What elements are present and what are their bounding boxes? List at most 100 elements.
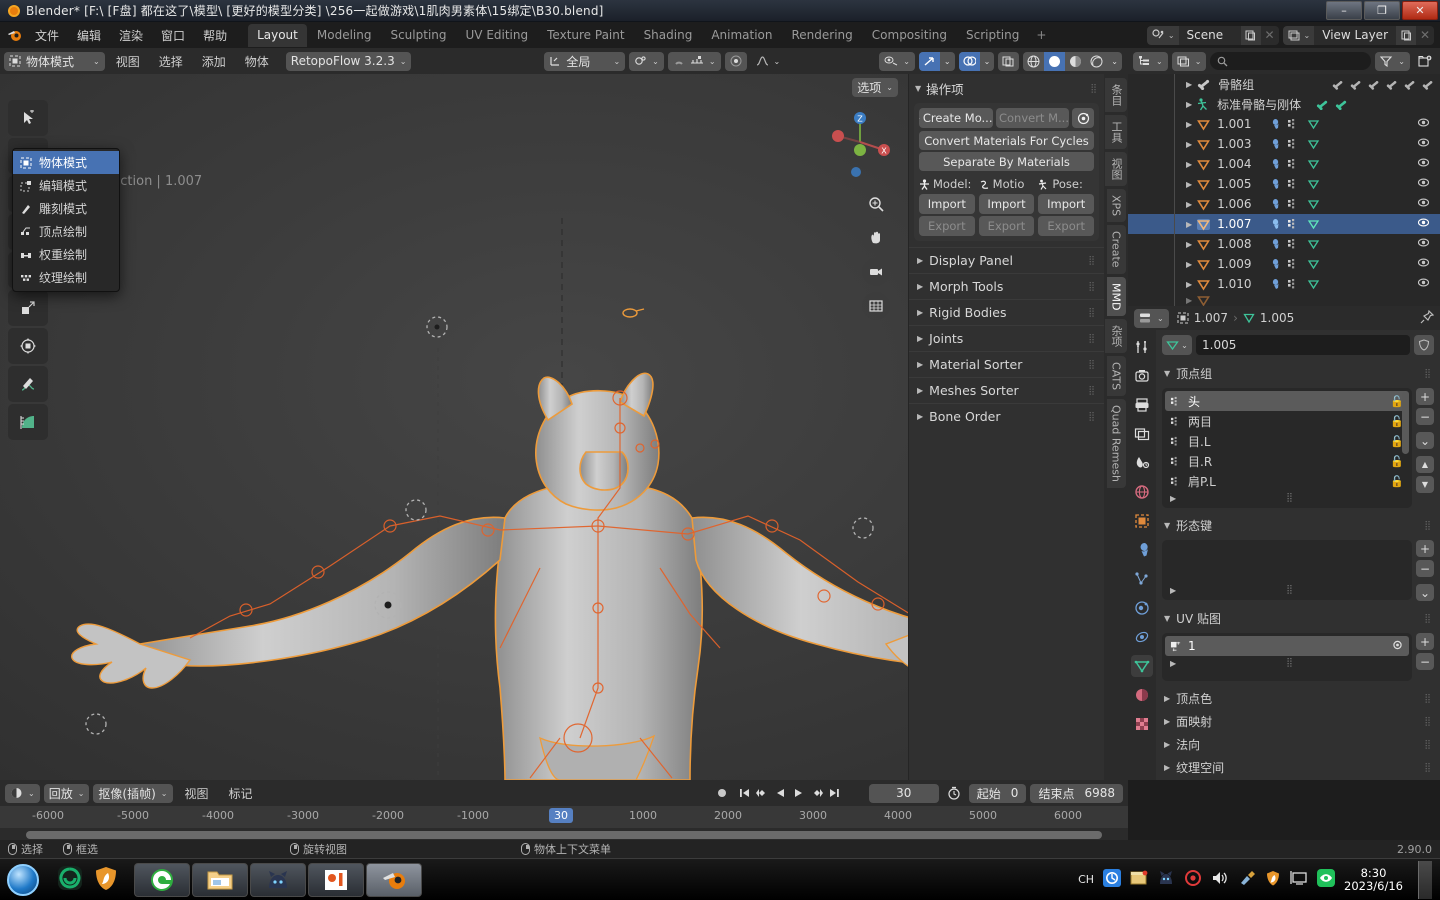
playback-dropdown[interactable]: 回放 ⌄	[43, 783, 90, 803]
tool-tweak[interactable]	[8, 100, 48, 136]
taskbar-clock[interactable]: 8:30 2023/6/16	[1344, 866, 1403, 893]
tab-texture[interactable]	[1131, 713, 1153, 735]
accordion-bone-order[interactable]: ▶ Bone Order ⣿	[909, 403, 1104, 429]
expand-triangle-icon[interactable]: ▶	[917, 412, 923, 421]
minimize-button[interactable]: –	[1326, 1, 1362, 20]
outliner-search-input[interactable]	[1210, 52, 1372, 70]
unlink-scene-button[interactable]: ✕	[1261, 26, 1279, 45]
app-icon-orange-shield[interactable]	[92, 864, 120, 895]
expand-triangle-icon[interactable]: ▶	[1186, 140, 1192, 149]
3d-viewport[interactable]: 物体模式 ⌄ 视图 选择 添加 物体 RetopoFlow 3.2.3 ⌄ 全局…	[0, 48, 1128, 780]
new-collection-button[interactable]	[1414, 52, 1435, 71]
tab-sculpting[interactable]: Sculpting	[381, 24, 455, 47]
xray-toggle[interactable]	[998, 51, 1020, 71]
expand-triangle-icon[interactable]: ▶	[1186, 80, 1192, 89]
gizmo-toggle[interactable]	[918, 51, 940, 71]
tab-world[interactable]	[1131, 481, 1153, 503]
add-uv-map-button[interactable]: +	[1416, 633, 1434, 650]
collapse-triangle-icon[interactable]: ▼	[915, 84, 921, 93]
shading-modes-group[interactable]: ⌄	[1023, 51, 1122, 71]
taskbar-app-browser[interactable]	[134, 862, 190, 897]
visibility-eye-icon[interactable]	[1417, 237, 1440, 251]
mode-item-object[interactable]: 物体模式	[13, 151, 119, 174]
mode-item-sculpt[interactable]: 雕刻模式	[13, 197, 119, 220]
vtab-tool[interactable]: 工具	[1105, 115, 1127, 149]
expand-triangle-icon[interactable]: ▶	[1186, 220, 1192, 229]
expand-triangle-icon[interactable]: ▶	[1170, 586, 1176, 595]
expand-triangle-icon[interactable]: ▶	[1164, 694, 1170, 703]
section-shape-keys[interactable]: ▼ 形态键 ⣿	[1162, 514, 1434, 537]
expand-triangle-icon[interactable]: ▶	[1164, 717, 1170, 726]
properties-editor-type-dropdown[interactable]: ⌄	[1134, 308, 1169, 328]
tab-particles[interactable]	[1131, 568, 1153, 590]
timeline-scrollbar[interactable]	[0, 829, 1128, 840]
menu-render[interactable]: 渲染	[110, 25, 152, 46]
gizmo-group[interactable]: ⌄	[918, 51, 955, 71]
window-controls[interactable]: – ❐ ✕	[1326, 1, 1438, 20]
vertex-groups-list-footer[interactable]: ▶ ⣿	[1165, 491, 1409, 505]
section-uv-maps[interactable]: ▼ UV 贴图 ⣿	[1162, 607, 1434, 630]
tab-rendering[interactable]: Rendering	[783, 24, 862, 47]
tab-compositing[interactable]: Compositing	[863, 24, 956, 47]
remove-vertex-group-button[interactable]: −	[1416, 408, 1434, 425]
playhead[interactable]: 30	[549, 808, 573, 823]
remove-uv-map-button[interactable]: −	[1416, 653, 1434, 670]
mode-item-vertex-paint[interactable]: 顶点绘制	[13, 220, 119, 243]
expand-triangle-icon[interactable]: ▶	[1186, 240, 1192, 249]
toggle-ortho-icon[interactable]	[862, 292, 890, 320]
expand-triangle-icon[interactable]: ▶	[1170, 494, 1176, 503]
timeline-scroll-thumb[interactable]	[26, 831, 1102, 839]
falloff-dropdown[interactable]: ⌄	[751, 52, 786, 71]
accordion-morph-tools[interactable]: ▶ Morph Tools ⣿	[909, 273, 1104, 299]
frame-start-field[interactable]: 起始 0	[968, 783, 1027, 803]
timeline-menu-view[interactable]: 视图	[177, 783, 217, 804]
vtab-cats[interactable]: CATS	[1106, 356, 1126, 397]
accordion-display-panel[interactable]: ▶ Display Panel ⣿	[909, 247, 1104, 273]
expand-triangle-icon[interactable]: ▶	[917, 360, 923, 369]
frame-end-field[interactable]: 结束点 6988	[1030, 783, 1123, 803]
outliner-scene-dropdown[interactable]: ⌄	[1171, 51, 1207, 71]
expand-triangle-icon[interactable]: ▶	[1186, 100, 1192, 109]
accordion-material-sorter[interactable]: ▶ Material Sorter ⣿	[909, 351, 1104, 377]
camera-view-icon[interactable]	[862, 258, 890, 286]
tab-scene[interactable]	[1131, 452, 1153, 474]
tray-icon-tool[interactable]	[1238, 870, 1256, 889]
new-scene-button[interactable]	[1240, 25, 1261, 45]
properties-editor[interactable]: ⌄ 1.007 › 1.005 ⌄ 1.005 ▼ 顶点组 ⣿ 头 🔓 两目 🔓…	[1128, 306, 1440, 780]
visibility-eye-icon[interactable]	[1417, 157, 1440, 171]
uv-map-item[interactable]: 1	[1165, 636, 1409, 656]
app-icon-green-shield[interactable]	[56, 864, 84, 895]
unlock-icon[interactable]: 🔓	[1390, 475, 1404, 488]
viewport-menu-view[interactable]: 视图	[108, 51, 148, 72]
vertex-group-item[interactable]: 目.L 🔓	[1165, 431, 1409, 451]
vertex-group-item[interactable]: 目.R 🔓	[1165, 451, 1409, 471]
mode-item-edit[interactable]: 编辑模式	[13, 174, 119, 197]
timeline-menu-marker[interactable]: 标记	[221, 783, 261, 804]
expand-triangle-icon[interactable]: ▶	[1186, 260, 1192, 269]
vertex-group-specials-menu[interactable]: ⌄	[1416, 432, 1434, 449]
outliner-editor[interactable]: ⌄ ⌄ ⌄ ▶ 骨骼组 ▶ 标准骨骼与刚体 ▶ 1.001 ▶ 1.003 ▶ …	[1128, 48, 1440, 306]
overlays-options-chevron[interactable]: ⌄	[980, 52, 995, 71]
expand-triangle-icon[interactable]: ▶	[1186, 280, 1192, 289]
vtab-xps[interactable]: XPS	[1106, 189, 1126, 223]
navigation-gizmo[interactable]: Z X	[824, 106, 896, 178]
convert-materials-button[interactable]: Convert Materials For Cycles	[919, 131, 1094, 150]
tab-texture-paint[interactable]: Texture Paint	[538, 24, 633, 47]
gizmo-options-chevron[interactable]: ⌄	[940, 52, 955, 71]
visibility-eye-icon[interactable]	[1417, 277, 1440, 291]
move-vertex-group-up-button[interactable]: ▲	[1416, 456, 1434, 473]
vtab-quad-remesh[interactable]: Quad Remesh	[1106, 399, 1126, 489]
unlock-icon[interactable]: 🔓	[1390, 455, 1404, 468]
shape-key-specials-menu[interactable]: ⌄	[1416, 584, 1434, 601]
tray-icon-volume[interactable]	[1211, 870, 1229, 889]
jump-to-next-keyframe-button[interactable]	[808, 784, 825, 803]
vertex-group-item[interactable]: 两目 🔓	[1165, 411, 1409, 431]
mode-item-texture-paint[interactable]: 纹理绘制	[13, 266, 119, 289]
tab-uv-editing[interactable]: UV Editing	[457, 24, 538, 47]
expand-triangle-icon[interactable]: ▶	[917, 282, 923, 291]
expand-triangle-icon[interactable]: ▶	[1164, 763, 1170, 772]
tray-icon-record[interactable]	[1184, 869, 1202, 890]
uv-maps-list-footer[interactable]: ▶ ⣿	[1165, 656, 1409, 670]
tab-scripting[interactable]: Scripting	[957, 24, 1028, 47]
tray-icon-orange-shield[interactable]	[1265, 870, 1281, 889]
